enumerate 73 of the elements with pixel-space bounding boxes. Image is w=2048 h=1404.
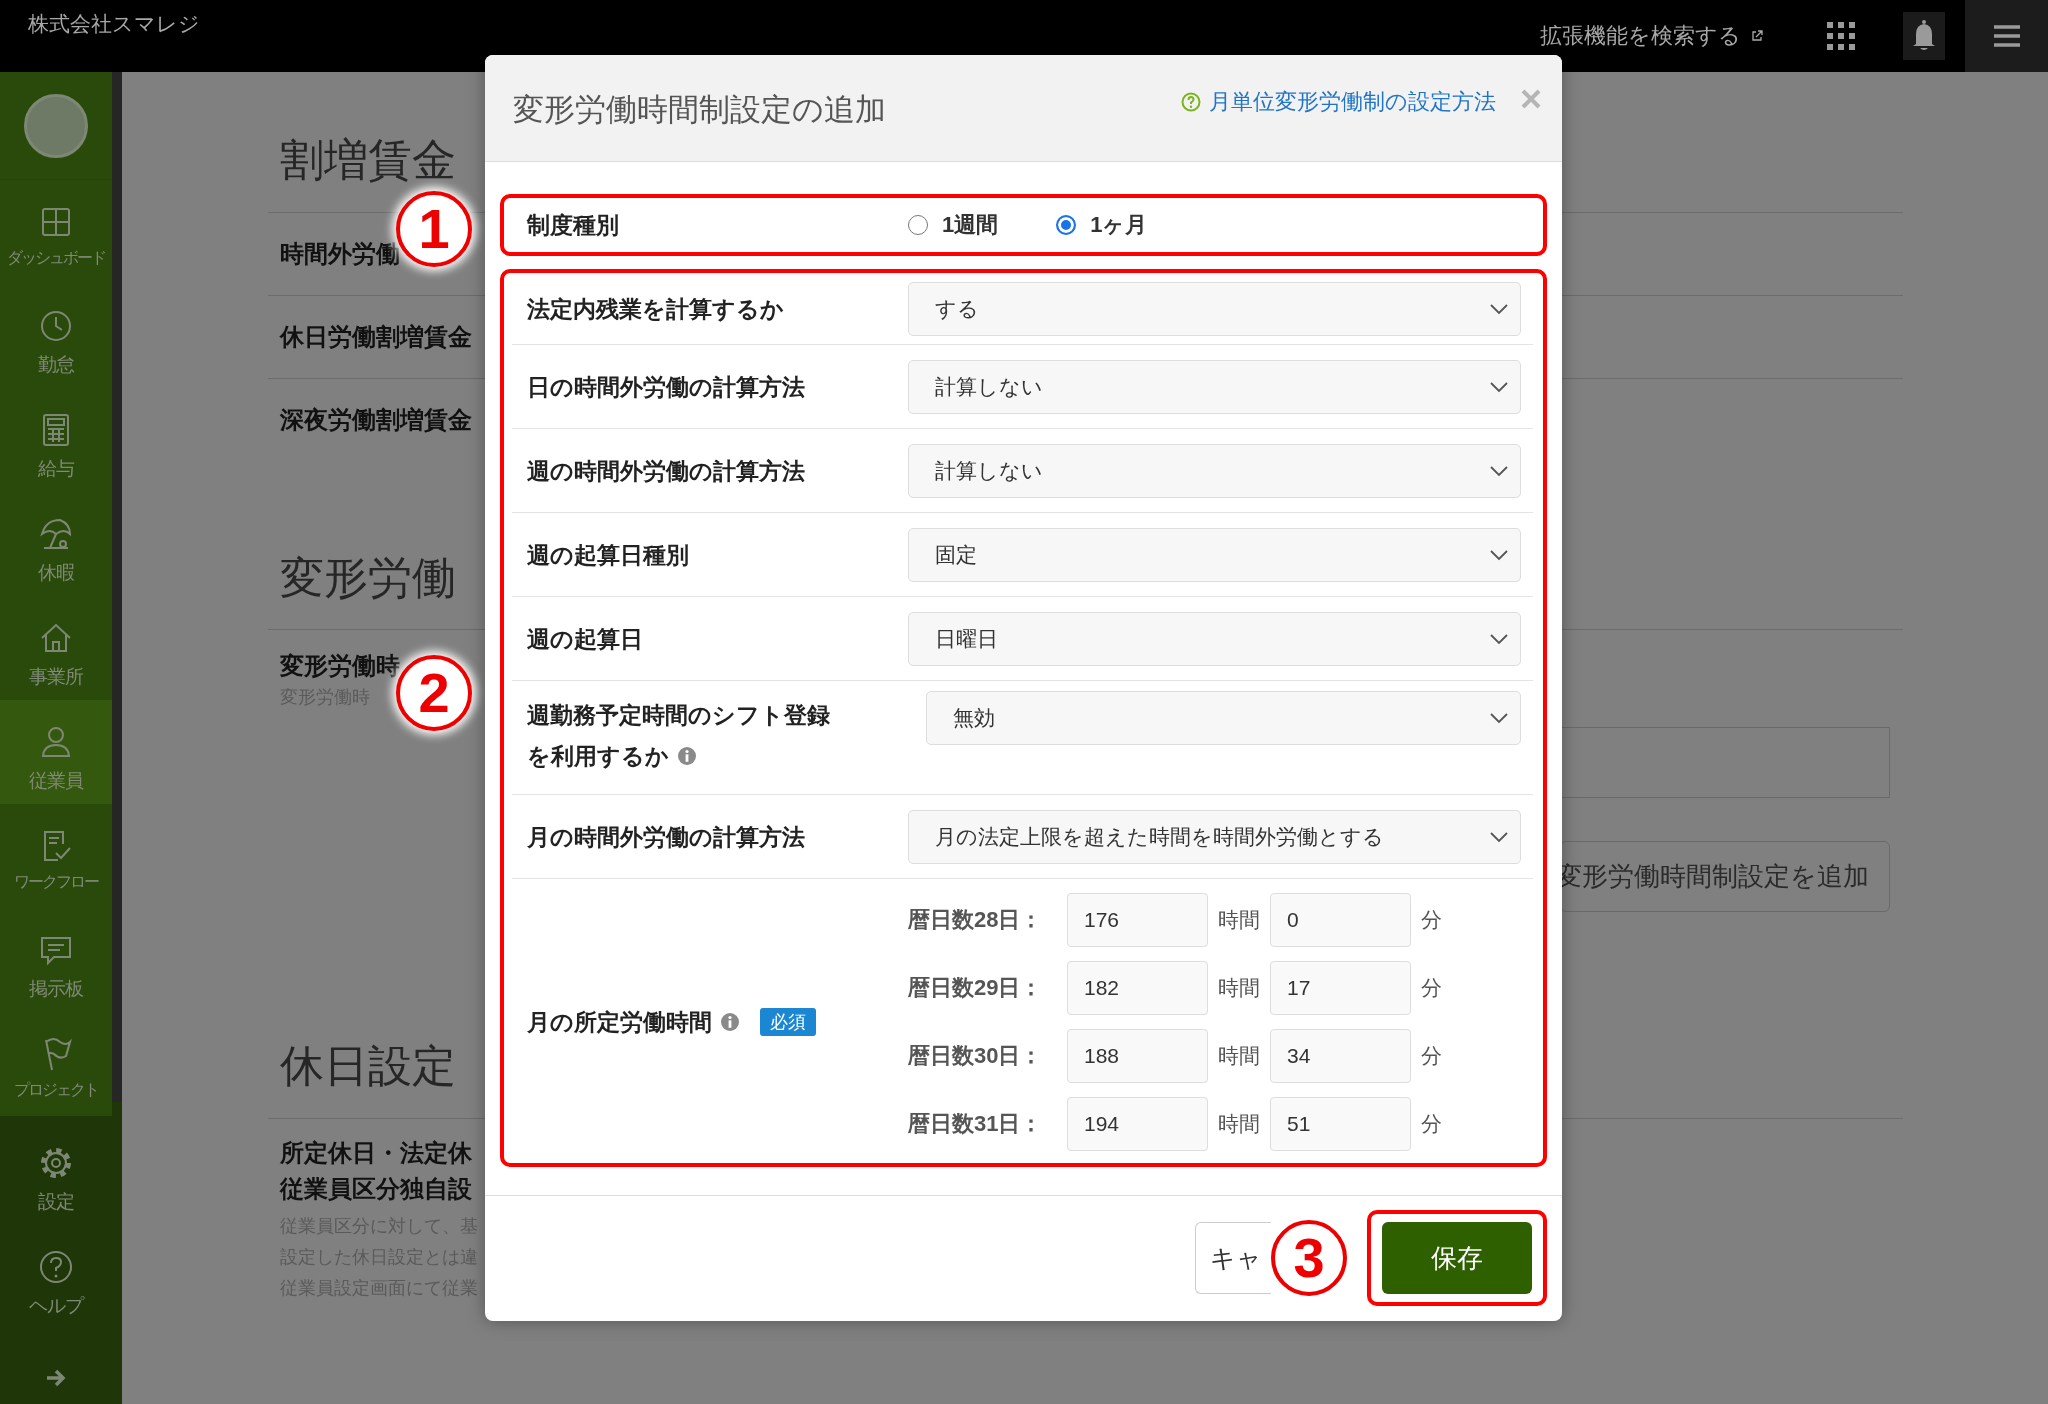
radio-button[interactable] (1056, 215, 1077, 235)
field-label: 週の起算日 (527, 624, 644, 654)
input-field[interactable]: 0 (1270, 893, 1411, 947)
unit-label: 分 (1421, 1111, 1442, 1137)
field-label: 週の時間外労働の計算方法 (527, 456, 806, 486)
field-label: 月の時間外労働の計算方法 (527, 822, 806, 852)
field-label: 法定内残業を計算するか (527, 294, 785, 324)
cancel-button[interactable]: キャ (1195, 1222, 1271, 1294)
extension-search-link[interactable]: 拡張機能を検索する (1540, 21, 1763, 51)
scrollbar[interactable] (112, 72, 122, 1102)
select-field[interactable]: 計算しない (908, 359, 1521, 414)
setting-title: 従業員区分独自設 (278, 1174, 472, 1204)
company-name: 株式会社スマレジ (28, 12, 200, 36)
radio-button[interactable] (908, 215, 928, 235)
help-icon (1181, 92, 1201, 112)
notification-button[interactable] (1903, 12, 1945, 60)
select-field[interactable]: 計算しない (908, 443, 1521, 498)
input-field[interactable]: 34 (1270, 1029, 1411, 1083)
setting-title: 所定休日・法定休 (279, 1138, 472, 1168)
required-badge: 必須 (760, 1008, 816, 1036)
setting-title: 深夜労働割増賃金 (279, 405, 472, 435)
field-label: 暦日数31日： (908, 1110, 1044, 1138)
input-field[interactable]: 194 (1067, 1097, 1208, 1151)
chevron-down-icon (1490, 548, 1508, 561)
radio-label: 1ヶ月 (1090, 211, 1148, 239)
apps-grid-icon[interactable] (1827, 22, 1855, 50)
chevron-down-icon (1490, 712, 1508, 724)
unit-label: 分 (1421, 975, 1442, 1001)
input-field[interactable]: 182 (1067, 961, 1208, 1015)
select-field[interactable]: 日曜日 (908, 611, 1521, 666)
info-icon (677, 746, 697, 766)
sidebar-item[interactable]: ヘルプ (0, 1225, 112, 1329)
chevron-down-icon (1490, 302, 1508, 315)
dialog-title: 変形労働時間制設定の追加 (513, 91, 886, 129)
sidebar-item[interactable]: 設定 (0, 1121, 112, 1225)
chevron-down-icon (1490, 380, 1508, 393)
select-field[interactable]: する (908, 281, 1521, 336)
annotation-marker: 3 (1271, 1220, 1347, 1296)
unit-label: 時間 (1218, 1043, 1260, 1069)
chevron-down-icon (1490, 632, 1508, 645)
external-link-icon (1751, 30, 1763, 42)
chevron-down-icon (1490, 830, 1508, 843)
field-label: 月の所定労働時間 (527, 1005, 740, 1039)
section-heading: 変形労働 (279, 552, 456, 604)
unit-label: 分 (1421, 1043, 1442, 1069)
field-label: 週の起算日種別 (527, 540, 690, 570)
setting-title: 休日労働割増賃金 (278, 322, 472, 352)
arrow-right-icon[interactable] (45, 1367, 67, 1389)
section-heading: 休日設定 (279, 1040, 456, 1092)
field-label: 週勤務予定時間のシフト登録を利用するか (527, 701, 831, 771)
radio-label: 1週間 (942, 211, 999, 239)
input-field[interactable]: 176 (1067, 893, 1208, 947)
select-field[interactable]: 無効 (926, 691, 1521, 745)
unit-label: 時間 (1218, 1111, 1260, 1137)
field-label: 暦日数29日： (908, 974, 1044, 1002)
select-field[interactable]: 固定 (908, 527, 1521, 582)
input-field[interactable]: 51 (1270, 1097, 1411, 1151)
menu-button[interactable] (1965, 0, 2048, 72)
help-link[interactable]: 月単位変形労働制の設定方法 (1181, 87, 1496, 117)
save-button[interactable]: 保存 (1382, 1222, 1532, 1294)
field-label: 暦日数30日： (908, 1042, 1044, 1070)
field-label: 制度種別 (527, 211, 620, 240)
chevron-down-icon (1490, 464, 1508, 477)
unit-label: 時間 (1218, 907, 1260, 933)
input-field[interactable]: 17 (1270, 961, 1411, 1015)
input-field[interactable]: 188 (1067, 1029, 1208, 1083)
unit-label: 時間 (1218, 975, 1260, 1001)
section-heading: 割増賃金 (279, 134, 456, 186)
field-label: 暦日数28日： (908, 906, 1044, 934)
select-field[interactable]: 月の法定上限を超えた時間を時間外労働とする (908, 809, 1521, 864)
info-icon (720, 1012, 740, 1032)
field-label: 日の時間外労働の計算方法 (527, 372, 806, 402)
unit-label: 分 (1421, 907, 1442, 933)
